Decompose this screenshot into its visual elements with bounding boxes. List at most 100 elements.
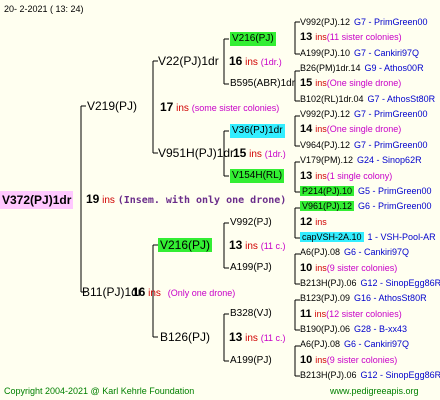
l4-ancestor-source: G6 - Cankiri97Q <box>344 247 410 257</box>
l3-node[interactable]: V36(PJ)1dr <box>230 124 285 138</box>
l4-ancestor-source: 1 - VSH-Pool-AR <box>367 232 436 242</box>
l4-ins-word: ins <box>315 124 327 134</box>
l4-ins-note: (9 sister colonies) <box>326 263 398 273</box>
l4-ancestor[interactable]: A6(PJ).08 G6 - Cankiri97Q <box>300 245 409 259</box>
l4-ancestor-source: G7 - Cankiri97Q <box>354 48 420 58</box>
root-ins-count: 19 <box>86 192 100 206</box>
gf1-ins-word: ins <box>245 57 258 68</box>
l4-ancestor[interactable]: B123(PJ).09 G16 - AthosSt80R <box>300 291 427 305</box>
l4-ins-line[interactable]: 14 ins(One single drone) <box>300 122 401 136</box>
l4-ins-note: (12 sister colonies) <box>326 309 402 319</box>
l4-ancestor-name: A199(PJ).10 <box>300 48 351 58</box>
gf4-ins-word: ins <box>245 333 258 344</box>
l4-ancestor[interactable]: V992(PJ).12 G7 - PrimGreen00 <box>300 107 428 121</box>
gf2-ins-count: 15 <box>233 146 247 160</box>
l4-ancestor-source: G9 - Athos00R <box>364 63 424 73</box>
l4-ins-line[interactable]: 13 ins(1 single colony) <box>300 169 392 183</box>
root-note: (Insem. with only one drone) <box>117 195 287 206</box>
l4-ancestor-name: A6(PJ).08 <box>300 247 341 257</box>
l4-ins-word: ins <box>315 355 327 365</box>
l4-ins-line[interactable]: 10 ins(9 sister colonies) <box>300 261 397 275</box>
father-b-ins-word: ins <box>148 288 161 299</box>
l4-ancestor[interactable]: P214(PJ).10 G5 - PrimGreen00 <box>300 184 432 198</box>
l4-ancestor-source: G7 - PrimGreen00 <box>354 140 428 150</box>
gf2-ins-word: ins <box>249 149 262 160</box>
footer-site[interactable]: www.pedigreeapis.org <box>330 385 419 397</box>
gf2-ins: 15 ins (1dr.) <box>233 146 286 160</box>
l3-node[interactable]: A199(PJ) <box>230 354 272 368</box>
l4-ins-note: (1 single colony) <box>326 171 393 181</box>
l4-ancestor-name: capVSH-2A.10 <box>300 232 364 242</box>
l4-ancestor-name: P214(PJ).10 <box>300 186 355 196</box>
father-a-ins: 17 ins (some sister colonies) <box>160 100 279 114</box>
father-a-ins-count: 17 <box>160 100 174 114</box>
l4-ins-word: ins <box>314 309 327 319</box>
l4-ancestor[interactable]: B213H(PJ).06 G12 - SinopEgg86R <box>300 276 440 290</box>
l4-ancestor[interactable]: A6(PJ).08 G6 - Cankiri97Q <box>300 337 409 351</box>
gf1[interactable]: V22(PJ)1dr <box>158 54 219 68</box>
root-ins-word: ins <box>102 195 115 206</box>
gf4[interactable]: B126(PJ) <box>160 330 210 344</box>
father-b-note: (Only one drone) <box>167 288 236 298</box>
l4-ancestor[interactable]: B26(PM)1dr.14 G9 - Athos00R <box>300 61 424 75</box>
gf1-note: (1dr.) <box>260 57 282 67</box>
l4-ins-word: ins <box>315 217 327 227</box>
header-date: 20- 2-2021 ( 13: 24) <box>4 4 84 14</box>
footer-copyright: Copyright 2004-2021 @ Karl Kehrle Founda… <box>4 386 195 396</box>
l4-ins-word: ins <box>315 263 327 273</box>
l4-ins-line[interactable]: 12 ins <box>300 215 327 229</box>
l4-ins-count: 13 <box>300 31 313 43</box>
l4-ins-count: 13 <box>300 170 313 182</box>
root-queen[interactable]: V372(PJ)1dr <box>0 191 74 209</box>
gf4-note: (11 c.) <box>260 333 286 343</box>
l4-ins-line[interactable]: 13 ins(11 sister colonies) <box>300 30 402 44</box>
gf3-ins-count: 13 <box>229 238 243 252</box>
gf4-ins-count: 13 <box>229 330 243 344</box>
l4-ancestor[interactable]: V961(PJ).12 G6 - PrimGreen00 <box>300 199 432 213</box>
gf4-ins: 13 ins (11 c.) <box>229 330 286 344</box>
l4-ancestor-name: V179(PM).12 <box>300 155 354 165</box>
l4-ins-count: 10 <box>300 262 313 274</box>
l4-ancestor-source: G12 - SinopEgg86R <box>360 370 440 380</box>
l4-ins-line[interactable]: 10 ins(9 sister colonies) <box>300 353 397 367</box>
l4-ins-count: 14 <box>300 123 313 135</box>
l3-node[interactable]: A199(PJ) <box>230 261 272 275</box>
l4-ins-note: (One single drone) <box>326 78 402 88</box>
l4-ancestor-name: B213H(PJ).06 <box>300 370 357 380</box>
l4-ins-count: 15 <box>300 77 313 89</box>
l4-ins-line[interactable]: 11 ins(12 sister colonies) <box>300 307 402 321</box>
father-a-note: (some sister colonies) <box>191 103 280 113</box>
l4-ins-word: ins <box>315 78 327 88</box>
l4-ancestor-name: V992(PJ).12 <box>300 17 351 27</box>
l4-ins-line[interactable]: 15 ins(One single drone) <box>300 76 401 90</box>
gf3[interactable]: V216(PJ) <box>158 238 213 252</box>
l4-ancestor[interactable]: V964(PJ).12 G7 - PrimGreen00 <box>300 138 428 152</box>
l4-ancestor-name: V964(PJ).12 <box>300 140 351 150</box>
gf3-note: (11 c.) <box>260 241 286 251</box>
father-b-ins: 16 ins (Only one drone) <box>132 285 235 299</box>
l4-ancestor-source: G28 - B-xx43 <box>354 324 408 334</box>
l4-ancestor[interactable]: B190(PJ).06 G28 - B-xx43 <box>300 322 407 336</box>
l4-ins-note: (9 sister colonies) <box>326 355 398 365</box>
father-a[interactable]: V219(PJ) <box>87 99 137 113</box>
l4-ancestor[interactable]: A199(PJ).10 G7 - Cankiri97Q <box>300 46 419 60</box>
l4-ancestor-name: V961(PJ).12 <box>300 201 355 211</box>
l4-ins-word: ins <box>315 171 327 181</box>
l4-ancestor-source: G6 - Cankiri97Q <box>344 339 410 349</box>
l3-node[interactable]: V216(PJ) <box>230 32 276 46</box>
l4-ins-note: (11 sister colonies) <box>326 32 402 42</box>
l3-node[interactable]: B595(ABR)1dr <box>230 77 295 91</box>
l3-node[interactable]: V992(PJ) <box>230 216 272 230</box>
l4-ancestor-source: G12 - SinopEgg86R <box>360 278 440 288</box>
l4-ancestor[interactable]: B102(RL)1dr.04 G7 - AthosSt80R <box>300 92 435 106</box>
l4-ancestor[interactable]: B213H(PJ).06 G12 - SinopEgg86R <box>300 368 440 382</box>
l4-ancestor[interactable]: V179(PM).12 G24 - Sinop62R <box>300 153 422 167</box>
l4-ins-note: (One single drone) <box>326 124 402 134</box>
l4-ancestor[interactable]: V992(PJ).12 G7 - PrimGreen00 <box>300 15 428 29</box>
father-b-ins-count: 16 <box>132 285 146 299</box>
gf2[interactable]: V951H(PJ)1dr <box>158 146 234 160</box>
l4-ins-word: ins <box>315 32 327 42</box>
l3-node[interactable]: V154H(RL) <box>230 169 285 183</box>
l3-node[interactable]: B328(VJ) <box>230 307 272 321</box>
l4-ancestor[interactable]: capVSH-2A.10 1 - VSH-Pool-AR <box>300 230 436 244</box>
